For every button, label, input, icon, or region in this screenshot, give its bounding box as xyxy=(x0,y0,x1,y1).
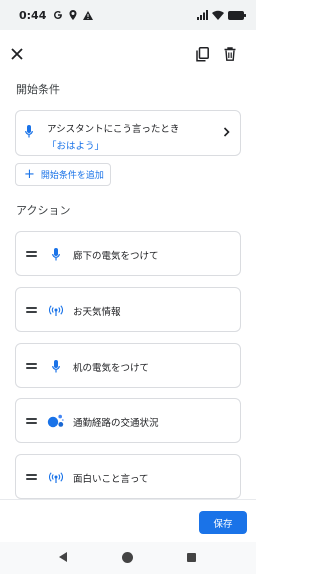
copy-button[interactable] xyxy=(190,42,214,66)
mic-icon xyxy=(47,357,65,375)
starter-section-title: 開始条件 xyxy=(16,83,60,96)
broadcast-icon xyxy=(47,468,65,486)
signal-icon xyxy=(197,10,208,20)
status-time: 0:44 xyxy=(19,8,47,22)
routine-editor-screen: 0:44 開始条件 アシスタントにこう言ったとき 「おはよう」 + 開始条件を追… xyxy=(0,0,256,574)
starter-text: アシスタントにこう言ったとき 「おはよう」 xyxy=(47,121,179,152)
add-starter-label: 開始条件を追加 xyxy=(40,171,104,181)
broadcast-icon xyxy=(47,301,65,319)
battery-icon xyxy=(228,10,246,20)
mic-icon xyxy=(25,125,33,138)
status-left-icons xyxy=(53,10,94,20)
action-label: 机の電気をつけて xyxy=(73,363,150,374)
system-nav-bar xyxy=(0,542,256,574)
action-label: 廊下の電気をつけて xyxy=(73,251,159,262)
drag-handle-icon[interactable] xyxy=(26,251,37,259)
action-item[interactable]: 面白いこと言って xyxy=(15,454,241,499)
drag-handle-icon[interactable] xyxy=(26,363,37,371)
location-pin-icon xyxy=(69,10,77,20)
status-bar: 0:44 xyxy=(0,0,256,30)
home-icon[interactable] xyxy=(122,552,133,563)
actions-section-title: アクション xyxy=(16,204,71,217)
action-item[interactable]: 廊下の電気をつけて xyxy=(15,231,241,276)
footer-divider xyxy=(0,499,256,500)
starter-phrase: 「おはよう」 xyxy=(47,141,105,152)
chevron-right-icon xyxy=(223,127,230,137)
google-g-icon xyxy=(54,11,63,19)
drag-handle-icon[interactable] xyxy=(26,418,37,426)
save-button[interactable]: 保存 xyxy=(199,511,247,534)
starter-card[interactable]: アシスタントにこう言ったとき 「おはよう」 xyxy=(15,110,241,156)
warning-icon xyxy=(83,10,94,20)
plus-icon: + xyxy=(24,167,35,182)
close-icon xyxy=(11,48,23,60)
close-button[interactable] xyxy=(5,42,29,66)
action-label: 面白いこと言って xyxy=(73,474,149,485)
delete-icon xyxy=(224,47,236,61)
copy-icon xyxy=(195,46,209,62)
action-item[interactable]: 通勤経路の交通状況 xyxy=(15,398,241,443)
mic-icon xyxy=(47,245,65,263)
add-starter-button[interactable]: + 開始条件を追加 xyxy=(15,163,111,186)
action-label: お天気情報 xyxy=(73,307,121,318)
wifi-icon xyxy=(212,10,224,20)
starter-trigger-label: アシスタントにこう言ったとき xyxy=(47,124,180,135)
drag-handle-icon[interactable] xyxy=(26,307,37,315)
back-icon[interactable] xyxy=(59,552,67,562)
recents-icon[interactable] xyxy=(187,553,196,562)
assistant-icon xyxy=(47,412,65,430)
action-label: 通勤経路の交通状況 xyxy=(73,418,159,429)
status-right-icons xyxy=(197,10,246,20)
top-app-bar xyxy=(0,30,256,74)
action-item[interactable]: お天気情報 xyxy=(15,287,241,332)
delete-button[interactable] xyxy=(218,42,242,66)
action-item[interactable]: 机の電気をつけて xyxy=(15,343,241,388)
drag-handle-icon[interactable] xyxy=(26,474,37,482)
